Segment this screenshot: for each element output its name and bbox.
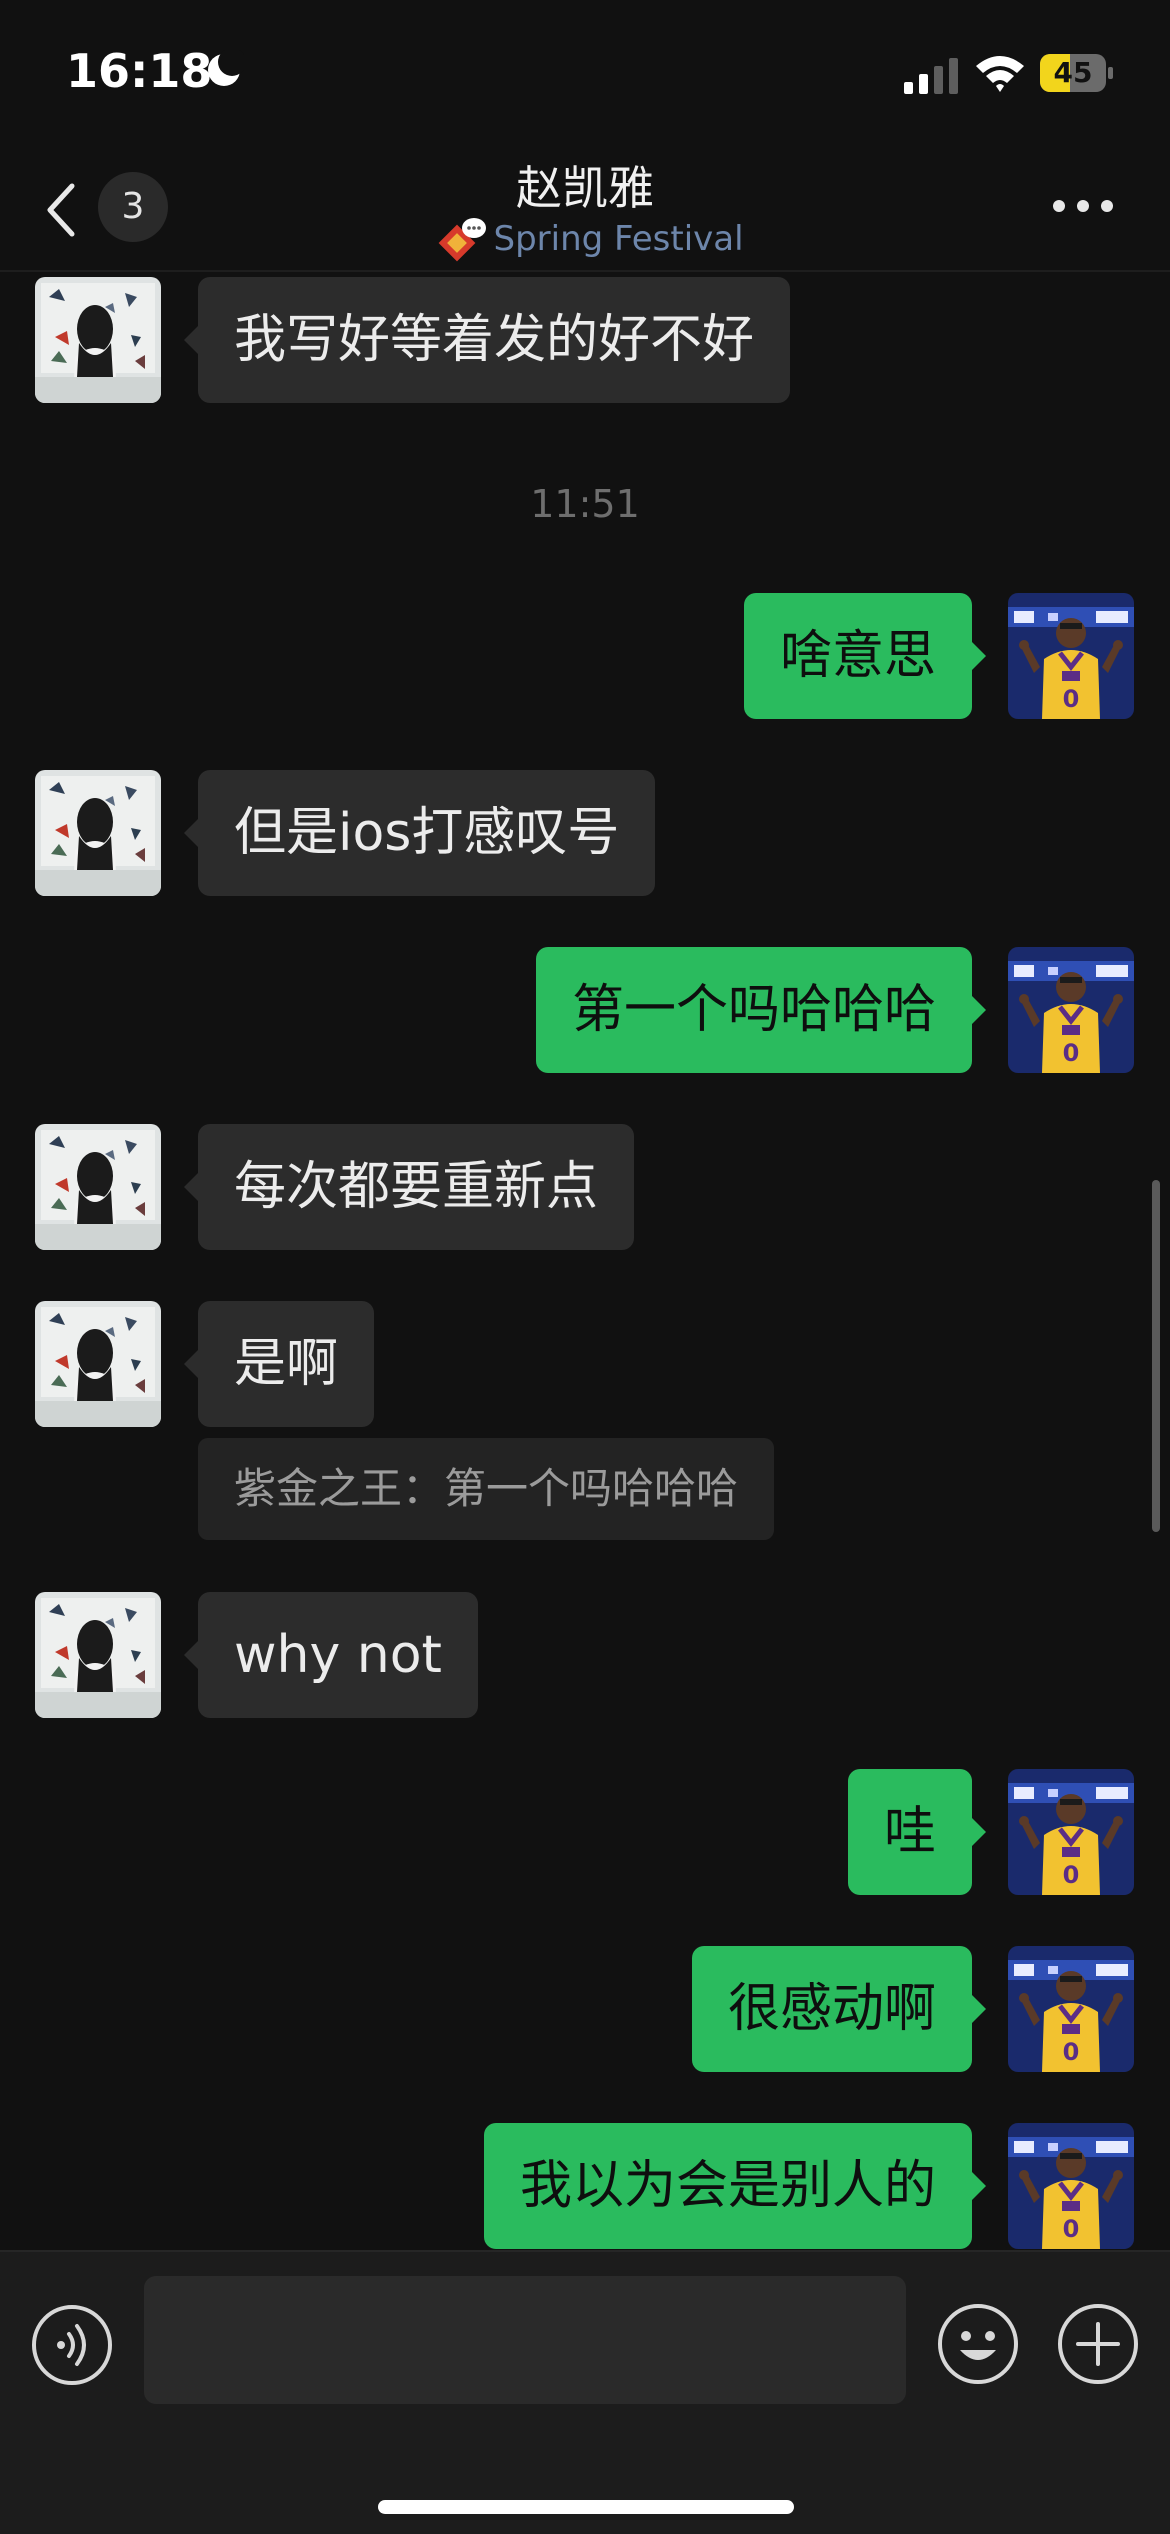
message-bubble[interactable]: 哇 — [847, 1769, 987, 1895]
battery-body: 45 — [1040, 54, 1106, 92]
chat-title[interactable]: 赵凯雅 — [0, 152, 1170, 218]
status-time: 16:18 — [66, 44, 213, 98]
message-bubble[interactable]: 是啊 — [183, 1301, 375, 1427]
more-options-icon[interactable] — [1052, 198, 1114, 214]
message-bubble[interactable]: 每次都要重新点 — [183, 1124, 635, 1250]
status-text: Spring Festival — [493, 219, 744, 259]
contact-avatar[interactable] — [35, 1124, 161, 1250]
message-bubble[interactable]: why not — [184, 1592, 478, 1718]
battery-tip — [1108, 67, 1113, 79]
contact-avatar[interactable] — [35, 1592, 161, 1718]
my-avatar[interactable] — [1008, 2123, 1134, 2249]
message-bubble[interactable]: 我以为会是别人的 — [483, 2123, 987, 2249]
message-timestamp: 11:51 — [530, 482, 640, 526]
input-bar — [0, 2250, 1170, 2534]
wifi-icon — [976, 56, 1024, 92]
dragon-status-icon — [439, 218, 487, 262]
message-bubble[interactable]: 第一个吗哈哈哈 — [535, 947, 987, 1073]
quoted-message[interactable]: 紫金之王：第一个吗哈哈哈 — [198, 1438, 775, 1540]
status-bar: 16:18 45 — [0, 0, 1170, 150]
moon-icon — [208, 50, 244, 86]
battery-percentage: 45 — [1053, 56, 1093, 89]
cellular-signal-icon — [904, 58, 958, 94]
my-avatar[interactable] — [1008, 947, 1134, 1073]
message-bubble[interactable]: 但是ios打感叹号 — [183, 770, 656, 896]
message-bubble[interactable]: 啥意思 — [743, 593, 987, 719]
contact-avatar[interactable] — [35, 1301, 161, 1427]
voice-input-icon[interactable] — [31, 2304, 113, 2386]
message-bubble[interactable]: 很感动啊 — [691, 1946, 987, 2072]
my-avatar[interactable] — [1008, 593, 1134, 719]
message-input[interactable] — [144, 2276, 906, 2404]
emoji-icon[interactable] — [936, 2302, 1020, 2386]
message-bubble[interactable]: 我写好等着发的好不好 — [183, 277, 791, 403]
scrollbar[interactable] — [1152, 1180, 1160, 1532]
plus-icon[interactable] — [1056, 2302, 1140, 2386]
my-avatar[interactable] — [1008, 1946, 1134, 2072]
chat-header: 3 赵凯雅 Spring Festival — [0, 150, 1170, 272]
home-indicator — [378, 2500, 794, 2514]
battery-indicator: 45 — [1040, 54, 1113, 94]
message-list[interactable]: 我写好等着发的好不好 11:51 啥意思 但是ios打感叹号 第一个吗哈哈哈 每… — [0, 272, 1170, 2250]
contact-avatar[interactable] — [35, 770, 161, 896]
my-avatar[interactable] — [1008, 1769, 1134, 1895]
contact-avatar[interactable] — [35, 277, 161, 403]
contact-status[interactable]: Spring Festival — [420, 216, 760, 266]
